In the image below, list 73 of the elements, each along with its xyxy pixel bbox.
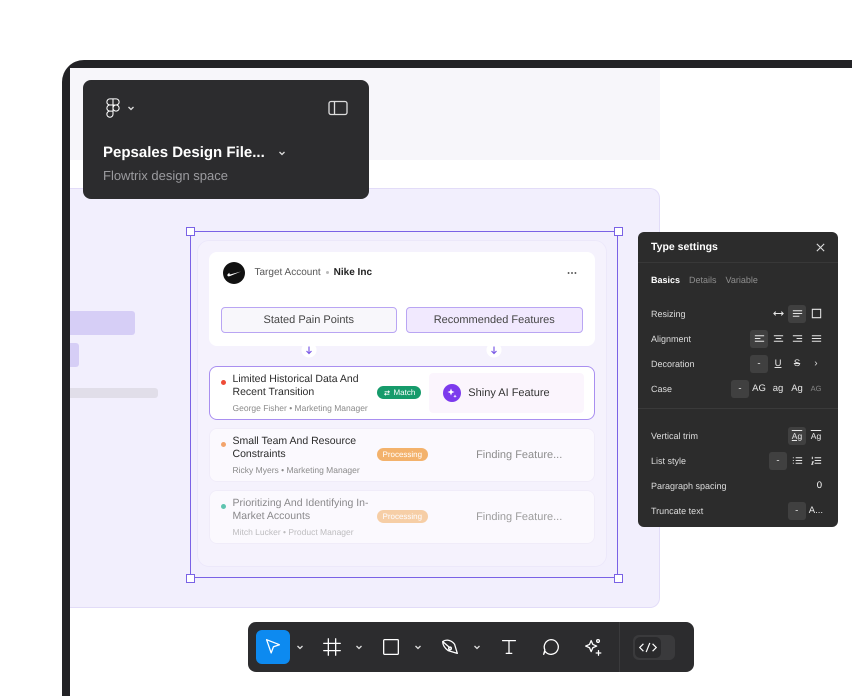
setting-value[interactable]: 0 <box>816 480 822 491</box>
option-button[interactable]: A... <box>806 502 825 520</box>
setting-label: Paragraph spacing <box>651 480 727 490</box>
separator-dot <box>326 271 329 274</box>
placeholder-bar <box>70 311 135 335</box>
tab[interactable]: Variable <box>726 271 758 289</box>
align-right-icon <box>790 332 804 345</box>
setting-label: Truncate text <box>651 506 704 516</box>
code-toggle[interactable] <box>633 634 675 660</box>
account-label: Target Account <box>254 267 321 278</box>
badge-label: Match <box>394 388 416 397</box>
column-header-button[interactable]: Recommended Features <box>406 306 582 332</box>
badge-label: Processing <box>382 512 422 521</box>
pain-point-author: Mitch Lucker • Product Manager <box>232 526 355 536</box>
setting-label: Vertical trim <box>651 430 698 440</box>
hash-icon <box>321 636 343 658</box>
pain-point-title: Prioritizing And Identifying In-Market Accounts <box>232 496 370 522</box>
justify-icon <box>810 332 822 345</box>
feature-name: Finding Feature... <box>476 510 562 522</box>
setting-label: Decoration <box>651 358 695 368</box>
setting-label: List style <box>651 456 686 466</box>
setting-label: Alignment <box>651 334 692 344</box>
bullet-list-icon <box>790 454 804 467</box>
option-button[interactable]: - <box>788 502 806 520</box>
badge-label: Processing <box>382 450 422 459</box>
pain-point-title: Limited Historical Data And Recent Transition <box>232 372 360 398</box>
option-button[interactable]: › <box>807 354 825 372</box>
setting-label: Case <box>651 384 672 394</box>
panel-title: Type settings <box>651 241 718 253</box>
option-button[interactable]: - <box>769 452 787 470</box>
sparkle-icon <box>582 636 604 658</box>
option-button[interactable] <box>750 330 768 348</box>
workspace-name: Flowtrix design space <box>103 168 229 183</box>
close-icon[interactable] <box>815 242 826 252</box>
option-button[interactable]: AG <box>750 380 768 398</box>
tab[interactable]: Details <box>689 271 717 289</box>
swap-icon <box>382 388 390 396</box>
code-icon <box>635 636 661 658</box>
placeholder-bar <box>70 343 79 367</box>
align-left-icon <box>752 332 766 345</box>
option-button[interactable]: S <box>788 354 806 372</box>
tab[interactable]: Basics <box>651 271 680 289</box>
file-title[interactable]: Pepsales Design File... <box>103 144 265 161</box>
pain-point-title: Small Team And Resource Constraints <box>232 434 358 460</box>
align-center-icon <box>772 332 784 345</box>
pain-point-row[interactable]: Limited Historical Data And Recent Transition George Fisher • Marketing Manager Match Shiny AI Feature <box>208 366 594 420</box>
feature-name: Finding Feature... <box>476 448 562 460</box>
tool-button[interactable] <box>256 630 290 664</box>
option-button[interactable]: - <box>750 354 768 372</box>
pain-point-author: George Fisher • Marketing Manager <box>232 402 369 412</box>
option-button[interactable]: Ag <box>788 426 806 444</box>
more-icon[interactable] <box>566 270 578 274</box>
option-button[interactable]: Ag <box>807 426 825 444</box>
numbered-list-icon <box>810 454 822 467</box>
sidebar-icon[interactable] <box>328 100 348 116</box>
pain-point-author: Ricky Myers • Marketing Manager <box>232 464 361 474</box>
column-header-button[interactable]: Stated Pain Points <box>220 306 397 332</box>
option-button[interactable] <box>788 304 806 322</box>
square-icon <box>380 636 402 658</box>
speech-bubble-icon <box>540 636 562 658</box>
option-button[interactable]: U <box>769 354 787 372</box>
logo-icon[interactable] <box>106 98 120 118</box>
feature-name: Shiny AI Feature <box>468 386 550 398</box>
option-button[interactable]: - <box>731 380 749 398</box>
lines-icon <box>790 307 804 320</box>
option-button[interactable]: ag <box>769 380 787 398</box>
pain-point-row[interactable]: Small Team And Resource Constraints Ricky Myers • Marketing Manager Processing Finding Feature... <box>208 428 594 482</box>
account-name: Nike Inc <box>334 267 372 278</box>
option-button[interactable]: Ag <box>788 380 806 398</box>
sparkle-badge-icon <box>443 384 462 402</box>
square-icon <box>810 307 822 320</box>
swoosh-logo-icon <box>222 262 244 284</box>
setting-label: Resizing <box>651 308 686 318</box>
